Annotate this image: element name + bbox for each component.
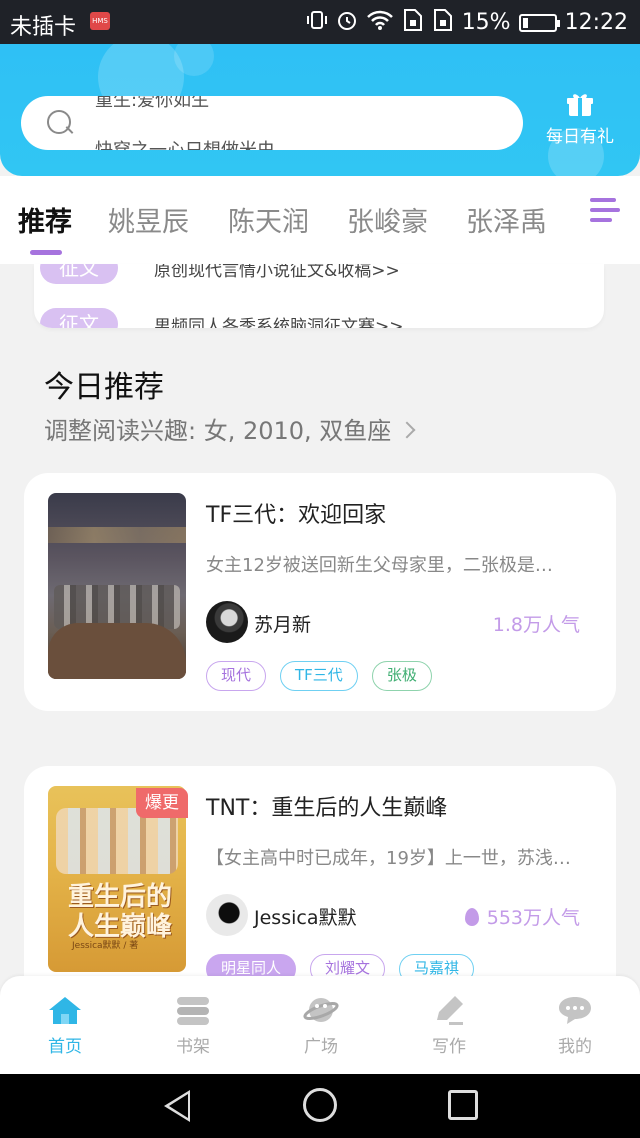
- status-icons: 15% 12:22: [306, 8, 628, 37]
- notice-row[interactable]: 征文 男频同人各季系统脑洞征文赛>>: [40, 308, 404, 328]
- notice-tag: 征文: [40, 264, 118, 284]
- battery-percent: 15%: [461, 10, 511, 35]
- search-icon: [47, 110, 73, 136]
- book-cover: [48, 493, 186, 679]
- vibrate-icon: [306, 9, 328, 36]
- pen-icon: [431, 994, 467, 1026]
- chevron-right-icon: [398, 421, 416, 439]
- author-name: Jessica默默: [254, 907, 357, 929]
- book-card[interactable]: TF三代：欢迎回家 女主12岁被送回新生父母家里，二张极是… 苏月新 1.8万人…: [24, 473, 616, 711]
- notice-tag: 征文: [40, 308, 118, 328]
- book-tag[interactable]: TF三代: [280, 661, 358, 691]
- home-icon: [47, 994, 83, 1026]
- book-description: 【女主高中时已成年，19岁】上一世，苏浅…: [206, 848, 571, 869]
- cover-title: 重生后的人生巅峰: [68, 882, 173, 942]
- home-circle-icon[interactable]: [303, 1088, 337, 1122]
- popularity: 1.8万人气: [492, 614, 580, 636]
- book-description: 女主12岁被送回新生父母家里，二张极是…: [206, 555, 553, 576]
- notice-row[interactable]: 征文 原创现代言情小说征文&收稿>>: [40, 264, 400, 284]
- daily-gift-button[interactable]: 每日有礼: [540, 92, 620, 162]
- gift-label: 每日有礼: [546, 127, 614, 147]
- cover-author: Jessica默默 / 著: [72, 941, 139, 951]
- nav-label: 书架: [176, 1037, 210, 1057]
- search-hint: 快穿之一心只想做米虫: [95, 136, 275, 150]
- category-tabs: 推荐 姚昱辰 陈天润 张峻豪 张泽禹: [0, 176, 640, 264]
- wifi-icon: [366, 9, 394, 36]
- flame-icon: [464, 908, 479, 926]
- reading-preference-link[interactable]: 调整阅读兴趣: 女, 2010, 双鱼座: [44, 411, 416, 446]
- author-avatar: [206, 894, 248, 936]
- tab-chen-tianrun[interactable]: 陈天润: [228, 200, 309, 239]
- author-avatar: [206, 601, 248, 643]
- book-title: TF三代：欢迎回家: [206, 503, 387, 528]
- bookshelf-icon: [175, 994, 211, 1026]
- alarm-icon: [336, 9, 358, 36]
- nav-label: 我的: [558, 1037, 592, 1057]
- tab-zhang-zeyu[interactable]: 张泽禹: [466, 200, 547, 239]
- nav-write[interactable]: 写作: [404, 994, 494, 1057]
- decor-bubble: [174, 44, 214, 76]
- nav-label: 写作: [432, 1037, 466, 1057]
- book-tag[interactable]: 现代: [206, 661, 267, 691]
- tab-recommend[interactable]: 推荐: [18, 200, 72, 239]
- popularity: 553万人气: [464, 903, 580, 930]
- sim-icon: [432, 8, 454, 37]
- author-name: 苏月新: [254, 614, 312, 636]
- nav-bookshelf[interactable]: 书架: [148, 994, 238, 1057]
- book-title: TNT：重生后的人生巅峰: [206, 796, 448, 821]
- section-title: 今日推荐: [44, 370, 164, 405]
- status-bar: 未插卡 HMS 15% 12:22: [0, 0, 640, 44]
- nav-plaza[interactable]: 广场: [276, 994, 366, 1057]
- nav-home[interactable]: 首页: [20, 994, 110, 1057]
- book-tag[interactable]: 张极: [371, 661, 432, 691]
- tab-yao-yuchen[interactable]: 姚昱辰: [108, 200, 189, 239]
- nav-profile[interactable]: 我的: [530, 994, 620, 1057]
- bottom-navigation: 首页 书架 广场 写作 我的: [0, 976, 640, 1074]
- chat-bubble-icon: [557, 994, 593, 1026]
- carrier-label: 未插卡: [10, 15, 77, 40]
- reading-preference-text: 调整阅读兴趣: 女, 2010, 双鱼座: [44, 417, 392, 445]
- tag-list: 现代 TF三代 张极: [206, 661, 432, 691]
- hot-update-badge: 爆更: [136, 788, 188, 818]
- book-card[interactable]: 重生后的人生巅峰 Jessica默默 / 著 爆更 TNT：重生后的人生巅峰 【…: [24, 766, 616, 1006]
- nav-label: 首页: [48, 1037, 82, 1057]
- battery-icon: [518, 13, 560, 32]
- popularity-value: 553万人气: [486, 907, 580, 929]
- sim-icon: [402, 8, 424, 37]
- gift-icon: [566, 92, 594, 118]
- clock: 12:22: [564, 10, 628, 35]
- search-hint: 重生:爱你如生: [95, 96, 210, 111]
- notice-text: 原创现代言情小说征文&收稿>>: [154, 264, 400, 281]
- system-navigation-bar: [0, 1074, 640, 1138]
- notice-text: 男频同人各季系统脑洞征文赛>>: [154, 316, 404, 329]
- active-tab-indicator: [30, 250, 62, 255]
- category-menu-icon[interactable]: [586, 196, 640, 246]
- recent-apps-icon[interactable]: [448, 1090, 478, 1120]
- planet-icon: [303, 994, 339, 1026]
- notice-banner[interactable]: 征文 原创现代言情小说征文&收稿>> 征文 男频同人各季系统脑洞征文赛>>: [34, 264, 604, 328]
- back-icon[interactable]: [164, 1090, 190, 1122]
- nav-label: 广场: [304, 1037, 338, 1057]
- hms-badge: HMS: [90, 12, 110, 30]
- app-header: 重生:爱你如生 快穿之一心只想做米虫 每日有礼: [0, 44, 640, 176]
- search-bar[interactable]: 重生:爱你如生 快穿之一心只想做米虫: [21, 96, 523, 150]
- tab-zhang-junhao[interactable]: 张峻豪: [347, 200, 428, 239]
